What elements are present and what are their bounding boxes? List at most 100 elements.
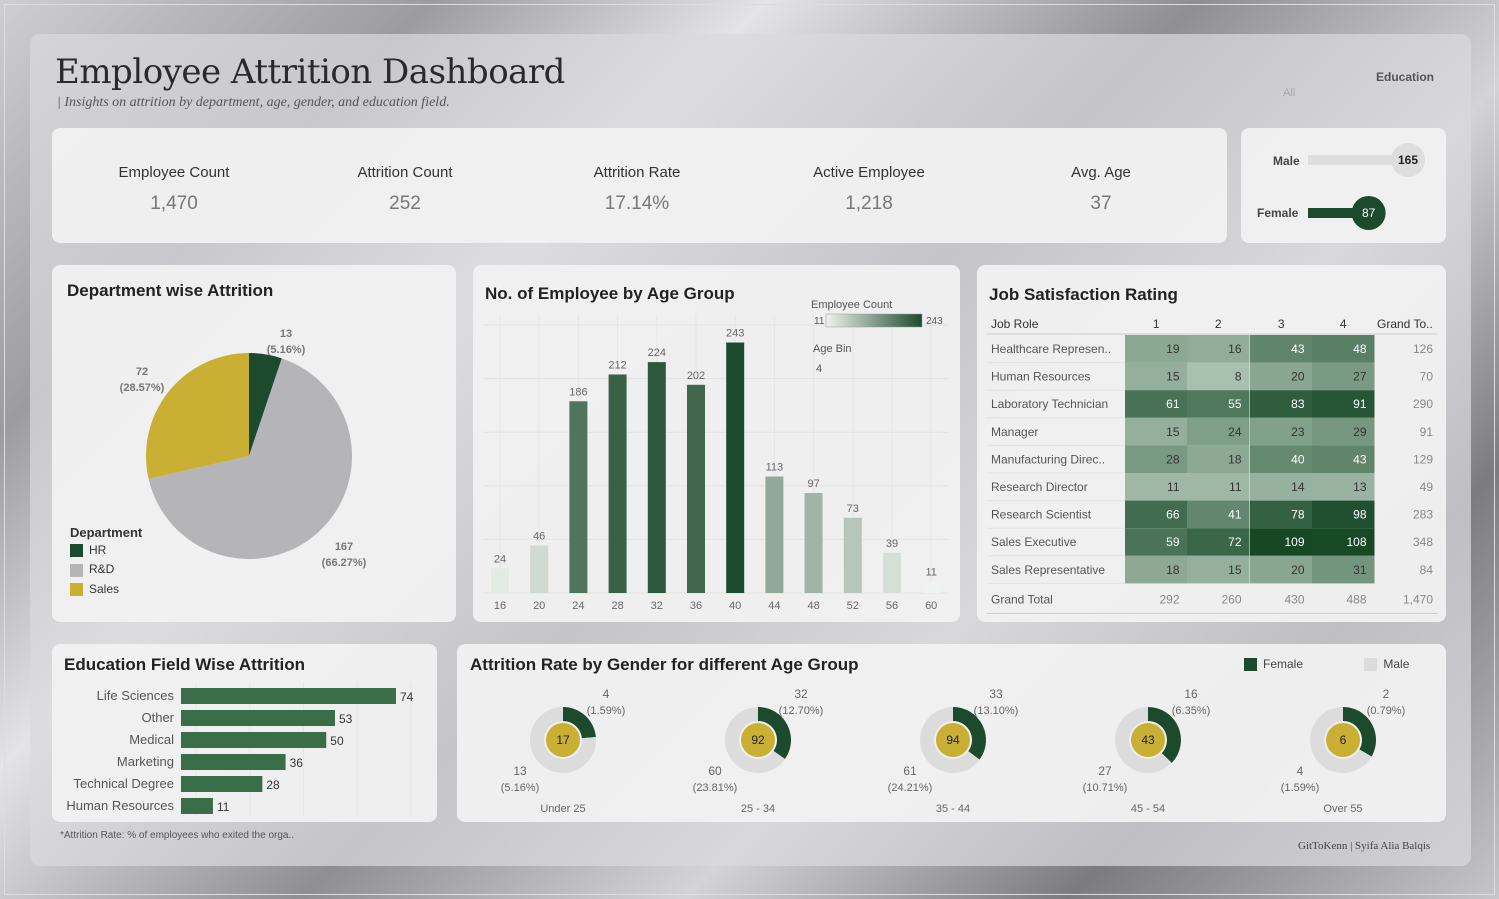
heatmap-cell-value: 19	[1166, 342, 1180, 356]
male-pct-label: (23.81%)	[693, 782, 738, 794]
row-total: 49	[1420, 480, 1434, 494]
heatmap-cell-value: 16	[1228, 342, 1242, 356]
heatmap-cell-value: 43	[1291, 342, 1305, 356]
legend-item-sales[interactable]: Sales	[70, 582, 142, 596]
female-value: 87	[1362, 206, 1376, 220]
row-total: 126	[1413, 342, 1433, 356]
male-pct-label: (10.71%)	[1083, 782, 1128, 794]
kpi-value: 17.14%	[604, 193, 670, 214]
x-tick-label: 52	[847, 600, 859, 612]
row-label: Manufacturing Direc..	[991, 452, 1105, 466]
heatmap-cell-value: 31	[1353, 563, 1367, 577]
donut-total: 94	[946, 733, 960, 747]
x-tick-label: 40	[729, 600, 741, 612]
bar-value-label: 36	[290, 756, 304, 770]
heatmap-cell-value: 109	[1284, 535, 1304, 549]
heatmap-cell-value: 66	[1166, 508, 1180, 522]
age-group-label: 25 - 34	[741, 803, 775, 815]
row-label: Laboratory Technician	[991, 397, 1108, 411]
heatmap-cell-value: 72	[1228, 535, 1242, 549]
age-group-label: 45 - 54	[1131, 803, 1165, 815]
grand-total-value: 430	[1284, 592, 1304, 606]
bar-value-label: 74	[400, 690, 414, 704]
male-value-label: 4	[1297, 764, 1304, 778]
female-pct-label: (1.59%)	[587, 705, 626, 717]
department-card: Department wise Attrition 13 (5.16%) 167 (6…	[52, 265, 456, 622]
kpi-label: Active Employee	[813, 164, 925, 181]
category-label: Medical	[129, 732, 174, 747]
heatmap-cell-value: 23	[1291, 425, 1305, 439]
grand-total-value: 292	[1159, 592, 1179, 606]
bar-value-label: 24	[494, 553, 506, 565]
age-bar	[922, 581, 941, 593]
grand-total-value: 488	[1346, 592, 1366, 606]
row-label: Sales Executive	[991, 535, 1077, 549]
bar-value-label: 53	[339, 712, 353, 726]
gender-age-card: Attrition Rate by Gender for different A…	[457, 644, 1446, 822]
heatmap-cell-value: 8	[1235, 370, 1242, 384]
education-filter-select[interactable]: All	[1283, 87, 1295, 99]
bar-value-label: 202	[687, 370, 705, 382]
x-tick-label: 16	[494, 600, 506, 612]
kpi-value: 37	[1090, 193, 1112, 214]
heatmap-cell-value: 91	[1353, 397, 1367, 411]
heatmap-cell-value: 28	[1166, 452, 1180, 466]
bar-value-label: 46	[533, 531, 545, 543]
gender-card: Male Female 165 87	[1241, 128, 1446, 243]
bar-value-label: 186	[569, 386, 587, 398]
heatmap-cell-value: 55	[1228, 397, 1242, 411]
job-satisfaction-heatmap: Job Role 1 2 3 4 Grand To..Healthcare Represe…	[987, 317, 1437, 614]
kpi-label: Avg. Age	[1071, 164, 1131, 181]
row-label: Research Scientist	[991, 508, 1092, 522]
x-tick-label: 24	[572, 600, 584, 612]
female-value-label: 4	[603, 687, 610, 701]
page-subtitle: | Insights on attrition by department, a…	[57, 95, 450, 110]
female-pct-label: (0.79%)	[1367, 705, 1406, 717]
age-group-label: Over 55	[1323, 803, 1362, 815]
color-legend-title: Employee Count	[811, 299, 892, 311]
category-label: Other	[141, 710, 174, 725]
female-value-label: 33	[989, 687, 1003, 701]
credit: GitToKenn | Syifa Alia Balqis	[1298, 840, 1431, 852]
grand-total-label: Grand Total	[991, 592, 1053, 606]
legend-label: Sales	[89, 581, 120, 596]
kpi-employee-count: Employee Count 1,470	[79, 164, 269, 215]
hr-swatch	[70, 544, 83, 558]
female-pct-label: (6.35%)	[1172, 705, 1211, 717]
legend-item-rnd[interactable]: R&D	[70, 562, 142, 577]
age-bar	[804, 493, 823, 593]
pie-value-label: 167	[335, 541, 353, 553]
grand-total-value: 260	[1221, 592, 1241, 606]
age-bar	[647, 362, 666, 593]
heatmap-cell-value: 59	[1166, 535, 1180, 549]
pie-value-label: 13	[280, 328, 292, 340]
bar-value-label: 97	[807, 478, 819, 490]
legend-item-hr[interactable]: HR	[70, 543, 142, 558]
row-total: 70	[1420, 370, 1434, 384]
legend-label: R&D	[89, 562, 115, 577]
female-value-label: 32	[794, 687, 808, 701]
x-tick-label: 60	[925, 600, 937, 612]
row-label: Healthcare Represen..	[991, 342, 1111, 356]
age-bin-value: 4	[816, 363, 822, 375]
color-legend-min: 11	[814, 316, 825, 327]
kpi-label: Attrition Count	[357, 164, 453, 181]
total-header: Grand To..	[1377, 317, 1433, 331]
age-bar	[491, 568, 509, 593]
gender-lollipop-chart: 165 87	[1308, 143, 1425, 230]
age-bin-title: Age Bin	[813, 343, 852, 355]
kpi-card: Employee Count 1,470 Attrition Count 252…	[52, 128, 1227, 243]
bar-value-label: 28	[266, 778, 280, 792]
footnote: *Attrition Rate: % of employees who exit…	[60, 830, 295, 841]
grand-total-total: 1,470	[1403, 592, 1433, 606]
kpi-attrition-rate: Attrition Rate 17.14%	[542, 164, 732, 215]
kpi-label: Attrition Rate	[593, 164, 681, 181]
kpi-attrition-count: Attrition Count 252	[310, 164, 500, 215]
category-label: Human Resources	[66, 798, 174, 813]
x-tick-label: 56	[886, 600, 898, 612]
heatmap-cell-value: 15	[1228, 563, 1242, 577]
row-total: 84	[1420, 563, 1434, 577]
heatmap-cell-value: 15	[1166, 370, 1180, 384]
row-label: Manager	[991, 425, 1038, 439]
bar-value-label: 39	[886, 538, 898, 550]
